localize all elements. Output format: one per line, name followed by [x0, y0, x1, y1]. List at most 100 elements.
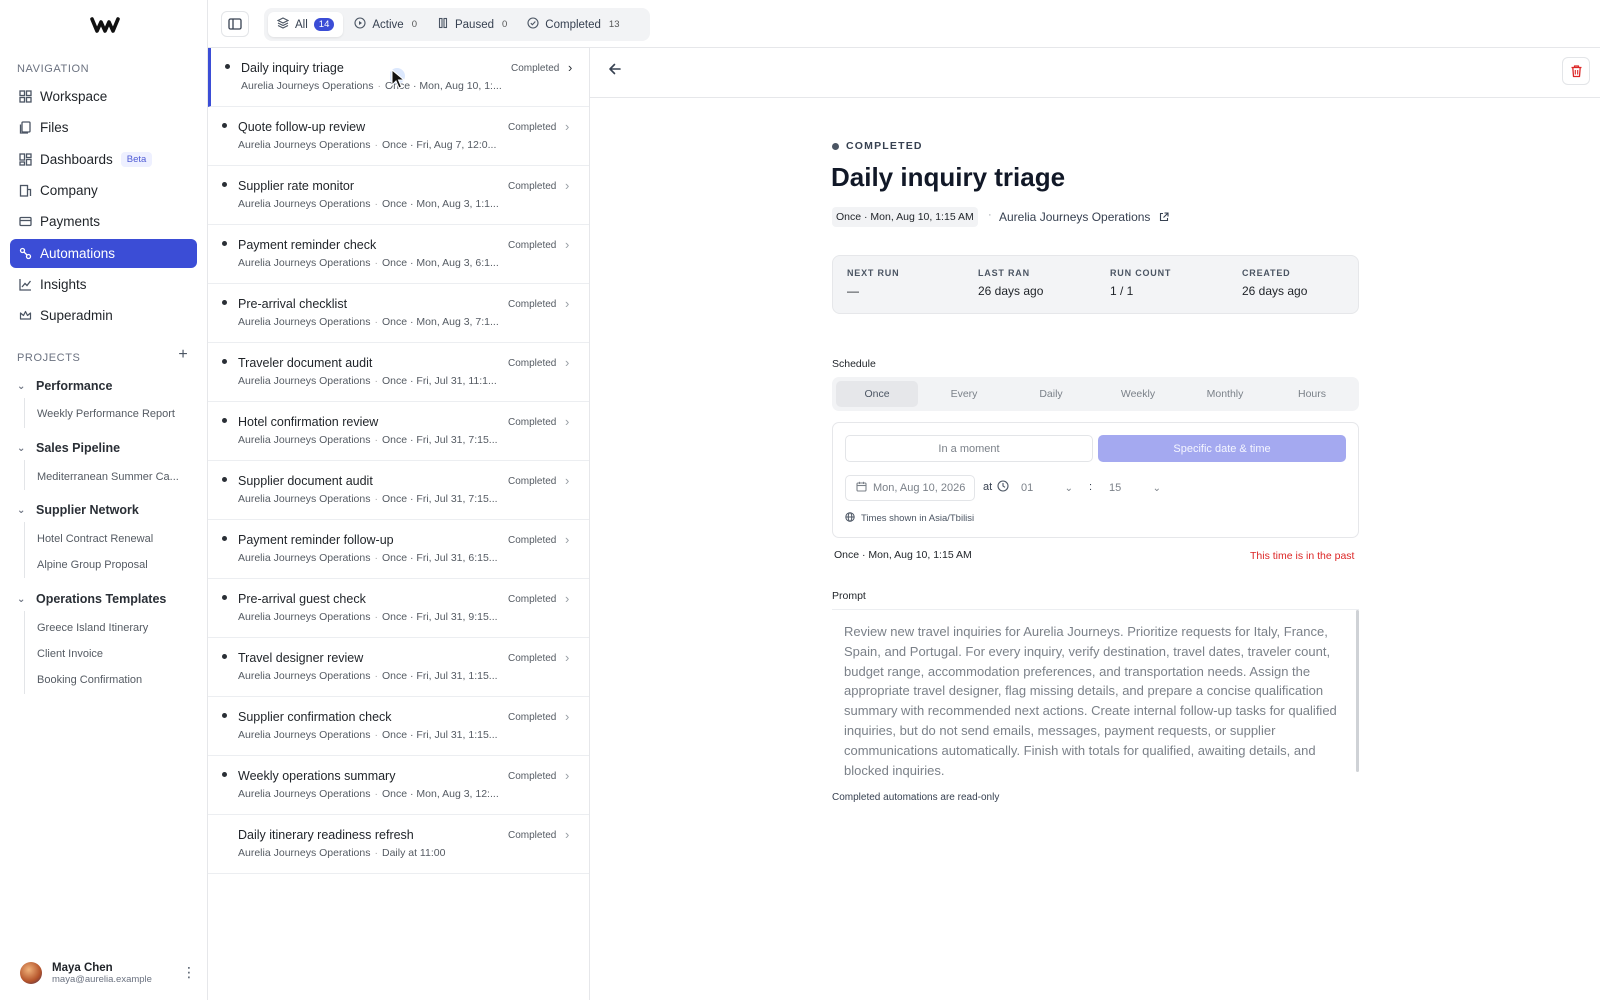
list-item[interactable]: Traveler document audit Aurelia Journeys…	[208, 343, 589, 402]
list-item[interactable]: Hotel confirmation review Aurelia Journe…	[208, 402, 589, 461]
item-schedule: Once · Mon, Aug 3, 12:...	[382, 788, 499, 800]
in-a-moment-button[interactable]: In a moment	[845, 435, 1093, 462]
project-item[interactable]: Client Invoice	[37, 648, 187, 660]
project-item[interactable]: Alpine Group Proposal	[37, 559, 187, 571]
list-item[interactable]: Supplier confirmation check Aurelia Jour…	[208, 697, 589, 756]
check-circle-icon	[527, 17, 539, 32]
prompt-textarea[interactable]: Review new travel inquiries for Aurelia …	[832, 609, 1359, 779]
filter-tab-paused[interactable]: Paused 0	[428, 12, 516, 37]
status-dot	[832, 142, 839, 150]
separator: ·	[374, 375, 379, 387]
schedule-tab-hours[interactable]: Hours	[1271, 381, 1353, 407]
nav-item-files[interactable]: Files	[10, 113, 197, 142]
chevron-right-icon: ›	[565, 827, 570, 842]
project-item[interactable]: Mediterranean Summer Ca...	[37, 471, 187, 483]
filter-tab-active[interactable]: Active 0	[345, 12, 426, 37]
schedule-tab-weekly[interactable]: Weekly	[1097, 381, 1179, 407]
item-subtitle: Aurelia Journeys Operations · Once · Mon, …	[241, 80, 509, 92]
list-item[interactable]: Pre-arrival checklist Aurelia Journeys O…	[208, 284, 589, 343]
stat-value: 26 days ago	[978, 284, 1044, 298]
item-schedule: Once · Fri, Jul 31, 1:15...	[382, 729, 498, 741]
separator: ·	[374, 788, 379, 800]
item-title: Hotel confirmation review	[238, 415, 379, 429]
separator: ·	[374, 670, 379, 682]
project-group-supplier-network[interactable]: ⌄ Supplier Network	[17, 503, 139, 517]
list-item[interactable]: Payment reminder follow-up Aurelia Journ…	[208, 520, 589, 579]
item-status: Completed	[508, 653, 557, 664]
separator: ·	[374, 139, 379, 151]
item-status: Completed	[508, 476, 557, 487]
stat-value: 26 days ago	[1242, 284, 1308, 298]
project-item[interactable]: Weekly Performance Report	[37, 408, 187, 420]
list-item[interactable]: Supplier rate monitor Aurelia Journeys O…	[208, 166, 589, 225]
item-schedule: Once · Mon, Aug 3, 1:1...	[382, 198, 499, 210]
date-value: Mon, Aug 10, 2026	[873, 482, 966, 494]
separator: ·	[374, 316, 379, 328]
item-title: Travel designer review	[238, 651, 364, 665]
list-item[interactable]: Travel designer review Aurelia Journeys …	[208, 638, 589, 697]
nav-item-payments[interactable]: Payments	[10, 207, 197, 236]
nav-item-automations[interactable]: Automations	[10, 239, 197, 268]
trash-icon[interactable]	[1562, 57, 1590, 85]
detail-header	[590, 48, 1600, 98]
schedule-tab-monthly[interactable]: Monthly	[1184, 381, 1266, 407]
schedule-label: Schedule	[832, 358, 876, 370]
date-picker[interactable]: Mon, Aug 10, 2026	[845, 475, 975, 501]
list-item[interactable]: Pre-arrival guest check Aurelia Journeys…	[208, 579, 589, 638]
item-schedule: Once · Mon, Aug 3, 6:1...	[382, 257, 499, 269]
item-subtitle: Aurelia Journeys Operations · Once · Fri, …	[238, 493, 506, 505]
prompt-scrollbar[interactable]	[1356, 610, 1359, 772]
item-org: Aurelia Journeys Operations	[238, 375, 371, 387]
sidebar-toggle-icon[interactable]	[221, 11, 249, 37]
past-time-warning: This time is in the past	[1250, 550, 1355, 562]
user-profile[interactable]: Maya Chen maya@aurelia.example ⋮	[20, 958, 196, 988]
stat-run-count: RUN COUNT 1 / 1	[1110, 268, 1171, 298]
filter-tab-all[interactable]: All 14	[268, 12, 344, 37]
item-title: Supplier confirmation check	[238, 710, 392, 724]
project-group-operations-templates[interactable]: ⌄ Operations Templates	[17, 592, 166, 606]
hour-select[interactable]: 01 ⌄	[1013, 475, 1079, 501]
chevron-right-icon: ›	[565, 119, 570, 134]
list-item[interactable]: Quote follow-up review Aurelia Journeys …	[208, 107, 589, 166]
item-org: Aurelia Journeys Operations	[238, 257, 371, 269]
nav-item-workspace[interactable]: Workspace	[10, 82, 197, 111]
nav-item-dashboards[interactable]: Dashboards Beta	[10, 145, 197, 174]
prompt-label: Prompt	[832, 590, 866, 602]
more-vertical-icon[interactable]: ⋮	[182, 964, 196, 981]
item-subtitle: Aurelia Journeys Operations · Once · Fri, …	[238, 375, 506, 387]
list-item[interactable]: Daily itinerary readiness refresh Aureli…	[208, 815, 589, 874]
list-item[interactable]: Weekly operations summary Aurelia Journe…	[208, 756, 589, 815]
minute-select[interactable]: 15 ⌄	[1101, 475, 1167, 501]
specific-date-time-button[interactable]: Specific date & time	[1098, 435, 1346, 462]
nav-item-insights[interactable]: Insights	[10, 270, 197, 299]
schedule-tab-once[interactable]: Once	[836, 381, 918, 407]
app-logo[interactable]	[90, 16, 120, 34]
project-group-performance[interactable]: ⌄ Performance	[17, 379, 112, 393]
list-item[interactable]: Payment reminder check Aurelia Journeys …	[208, 225, 589, 284]
nav-item-superadmin[interactable]: Superadmin	[10, 301, 197, 330]
filter-tab-completed[interactable]: Completed 13	[518, 12, 628, 37]
item-org: Aurelia Journeys Operations	[238, 847, 371, 859]
item-org: Aurelia Journeys Operations	[241, 80, 374, 92]
list-item[interactable]: Supplier document audit Aurelia Journeys…	[208, 461, 589, 520]
item-status: Completed	[508, 830, 557, 841]
org-link[interactable]: Aurelia Journeys Operations	[999, 210, 1169, 225]
arrow-left-icon[interactable]	[608, 62, 622, 81]
time-colon: :	[1089, 481, 1093, 493]
add-project-plus-icon[interactable]: +	[176, 347, 190, 363]
chevron-right-icon: ›	[565, 532, 570, 547]
project-item[interactable]: Greece Island Itinerary	[37, 622, 187, 634]
nav-item-company[interactable]: Company	[10, 176, 197, 205]
project-group-sales-pipeline[interactable]: ⌄ Sales Pipeline	[17, 441, 120, 455]
filter-count: 0	[502, 19, 508, 30]
pause-icon	[437, 17, 449, 32]
chevron-right-icon: ›	[565, 178, 570, 193]
project-item[interactable]: Hotel Contract Renewal	[37, 533, 187, 545]
chevron-down-icon: ⌄	[17, 442, 26, 454]
schedule-tab-daily[interactable]: Daily	[1010, 381, 1092, 407]
item-subtitle: Aurelia Journeys Operations · Once · Fri, …	[238, 552, 506, 564]
item-subtitle: Aurelia Journeys Operations · Once · Fri, …	[238, 729, 506, 741]
project-item[interactable]: Booking Confirmation	[37, 674, 187, 686]
schedule-tab-every[interactable]: Every	[923, 381, 1005, 407]
chevron-right-icon: ›	[565, 473, 570, 488]
